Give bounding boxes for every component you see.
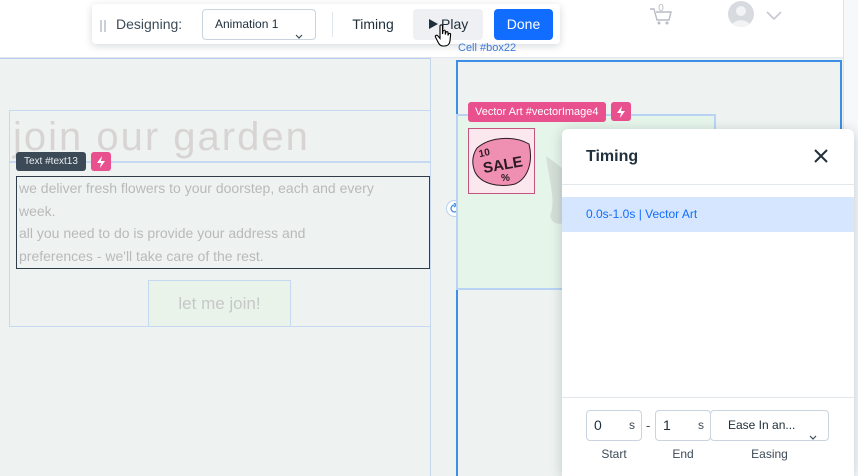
end-unit: s xyxy=(698,418,704,432)
drag-grip-icon[interactable] xyxy=(100,19,106,32)
avatar-icon[interactable] xyxy=(728,1,754,27)
timeline-item[interactable]: 0.0s-1.0s | Vector Art xyxy=(562,197,854,232)
close-icon[interactable] xyxy=(813,148,829,164)
paragraph-line: we deliver fresh flowers to your doorste… xyxy=(19,180,374,196)
easing-select[interactable]: Ease In an... xyxy=(710,410,829,441)
start-value: 0 xyxy=(594,417,602,433)
end-value: 1 xyxy=(663,417,671,433)
animation-select-value: Animation 1 xyxy=(215,17,279,31)
bolt-icon[interactable] xyxy=(611,102,631,121)
start-label: Start xyxy=(601,447,627,461)
done-button[interactable]: Done xyxy=(494,9,553,40)
toolbar-divider xyxy=(332,12,333,37)
easing-value: Ease In an... xyxy=(728,418,796,432)
hand-cursor-icon xyxy=(434,24,454,48)
sale-vector-image[interactable]: 10 SALE % xyxy=(468,128,535,194)
bolt-icon[interactable] xyxy=(91,152,111,171)
chevron-down-icon xyxy=(295,22,303,39)
join-button[interactable]: let me join! xyxy=(148,280,291,327)
paragraph-line: week. xyxy=(19,202,56,219)
end-label: End xyxy=(672,447,694,461)
chevron-down-icon[interactable] xyxy=(766,8,782,21)
range-dash: - xyxy=(646,418,651,433)
cart-count: 0 xyxy=(658,3,664,14)
timing-button[interactable]: Timing xyxy=(342,9,404,40)
designing-label: Designing: xyxy=(116,16,183,32)
start-input[interactable]: 0 s xyxy=(586,410,642,441)
animation-toolbar: Designing: Animation 1 Timing Play Done xyxy=(92,4,560,44)
panel-divider xyxy=(562,184,854,185)
paragraph-line: preferences - we'll take care of the res… xyxy=(19,247,264,264)
animation-select[interactable]: Animation 1 xyxy=(202,9,316,40)
chevron-down-icon xyxy=(809,423,817,440)
panel-divider xyxy=(562,397,854,398)
timing-panel: Timing 0.0s-1.0s | Vector Art 0 s - 1 s … xyxy=(562,129,854,476)
easing-label: Easing xyxy=(751,447,788,461)
cell-label: Cell #box22 xyxy=(458,42,517,54)
sale-percent: % xyxy=(501,173,510,184)
vector-art-tag[interactable]: Vector Art #vectorImage4 xyxy=(468,102,606,122)
panel-title: Timing xyxy=(586,148,639,165)
start-unit: s xyxy=(629,418,635,432)
cart-icon[interactable]: 0 xyxy=(649,3,673,26)
paragraph-line: all you need to do is provide your addre… xyxy=(19,225,306,241)
end-input[interactable]: 1 s xyxy=(655,410,711,441)
paragraph-text13[interactable]: we deliver fresh flowers to your doorste… xyxy=(16,176,430,269)
text13-tag[interactable]: Text #text13 xyxy=(16,152,86,171)
